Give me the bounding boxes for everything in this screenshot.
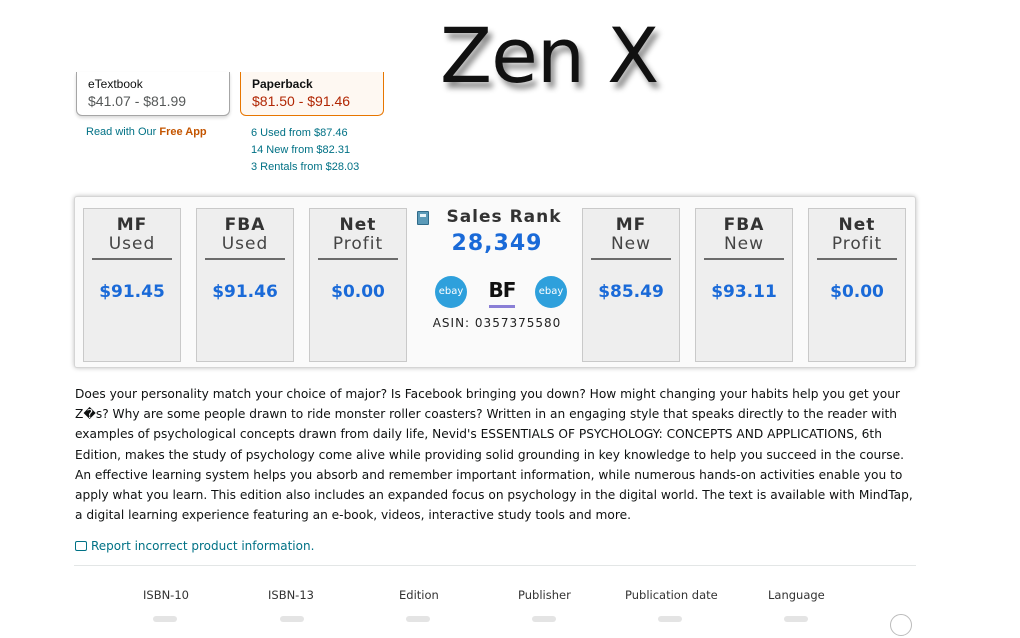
offer-rentals[interactable]: 3 Rentals from $28.03	[251, 159, 359, 176]
swatch-price: $41.07 - $81.99	[88, 93, 187, 109]
offer-price: $87.46	[313, 127, 348, 139]
free-app-prefix: Read with Our	[86, 126, 160, 138]
card-subtitle: Profit	[332, 234, 384, 254]
offer-label: 6 Used from	[251, 127, 314, 139]
free-app-line: Read with Our Free App	[86, 126, 207, 138]
detail-publication-date-label: Publication date	[625, 588, 718, 602]
swatch-price: $81.50 - $91.46	[252, 93, 351, 109]
detail-icon-language	[784, 616, 808, 622]
swatch-name: eTextbook	[88, 77, 143, 91]
product-description: Does your personality match your choice …	[75, 387, 913, 523]
card-value: $91.45	[99, 282, 165, 302]
card-fba-new: FBA New $93.11	[695, 208, 793, 362]
extension-panel: MF Used $91.45 FBA Used $91.46 Net Profi…	[74, 196, 916, 368]
detail-edition-label: Edition	[399, 588, 439, 602]
card-subtitle: New	[610, 234, 652, 254]
card-net-profit-used: Net Profit $0.00	[309, 208, 407, 362]
card-mf-used: MF Used $91.45	[83, 208, 181, 362]
card-divider	[817, 258, 897, 260]
offer-new[interactable]: 14 New from $82.31	[251, 142, 359, 159]
card-divider	[318, 258, 398, 260]
calculator-icon[interactable]	[417, 211, 429, 225]
card-divider	[92, 258, 172, 260]
card-subtitle: New	[723, 234, 765, 254]
sales-rank-block: Sales Rank 28,349 ebay BF ebay ASIN: 035…	[415, 207, 579, 330]
carousel-next-button[interactable]	[890, 614, 912, 636]
card-title: MF	[116, 215, 148, 235]
detail-icon-isbn13	[280, 616, 304, 622]
card-subtitle: Used	[221, 234, 269, 254]
ebay-icon[interactable]: ebay	[535, 276, 567, 308]
card-value: $85.49	[598, 282, 664, 302]
detail-language-label: Language	[768, 588, 825, 602]
sales-rank-label: Sales Rank	[446, 207, 562, 227]
card-divider	[704, 258, 784, 260]
card-divider	[205, 258, 285, 260]
card-value: $91.46	[212, 282, 278, 302]
section-divider	[74, 565, 916, 566]
card-value: $0.00	[830, 282, 884, 302]
offer-label: 14 New from	[251, 144, 317, 156]
product-page: Zen X eTextbook $41.07 - $81.99 Paperbac…	[0, 0, 1020, 638]
card-value: $93.11	[711, 282, 777, 302]
marketplace-icons: ebay BF ebay	[415, 276, 579, 316]
card-title: FBA	[723, 215, 765, 235]
detail-icon-publisher	[532, 616, 556, 622]
card-divider	[591, 258, 671, 260]
card-net-profit-new: Net Profit $0.00	[808, 208, 906, 362]
offer-price: $28.03	[325, 161, 360, 173]
card-title: FBA	[224, 215, 266, 235]
sales-rank-value: 28,349	[451, 231, 543, 256]
detail-isbn10-label: ISBN-10	[143, 588, 189, 602]
offer-used[interactable]: 6 Used from $87.46	[251, 125, 359, 142]
card-title: Net	[339, 215, 377, 235]
format-swatch-etextbook[interactable]: eTextbook $41.07 - $81.99	[76, 72, 230, 116]
report-link-text: Report incorrect product information.	[91, 539, 315, 553]
offers-list: 6 Used from $87.46 14 New from $82.31 3 …	[251, 125, 359, 176]
card-title: Net	[838, 215, 876, 235]
detail-icon-publication-date	[658, 616, 682, 622]
bf-icon[interactable]: BF	[487, 278, 517, 308]
overlay-title: Zen X	[440, 11, 659, 100]
detail-icon-edition	[406, 616, 430, 622]
comment-icon	[75, 541, 87, 551]
card-subtitle: Profit	[831, 234, 883, 254]
card-fba-used: FBA Used $91.46	[196, 208, 294, 362]
card-mf-new: MF New $85.49	[582, 208, 680, 362]
offer-label: 3 Rentals from	[251, 161, 326, 173]
format-swatch-paperback[interactable]: Paperback $81.50 - $91.46	[240, 72, 384, 116]
detail-icon-isbn10	[153, 616, 177, 622]
swatch-name: Paperback	[252, 77, 313, 91]
detail-isbn13-label: ISBN-13	[268, 588, 314, 602]
offer-price: $82.31	[316, 144, 351, 156]
free-app-link[interactable]: Free App	[159, 126, 206, 138]
detail-publisher-label: Publisher	[518, 588, 571, 602]
card-title: MF	[615, 215, 647, 235]
asin-text: ASIN: 0357375580	[432, 316, 562, 330]
card-value: $0.00	[331, 282, 385, 302]
ebay-icon[interactable]: ebay	[435, 276, 467, 308]
card-subtitle: Used	[108, 234, 156, 254]
report-link[interactable]: Report incorrect product information.	[75, 539, 314, 553]
